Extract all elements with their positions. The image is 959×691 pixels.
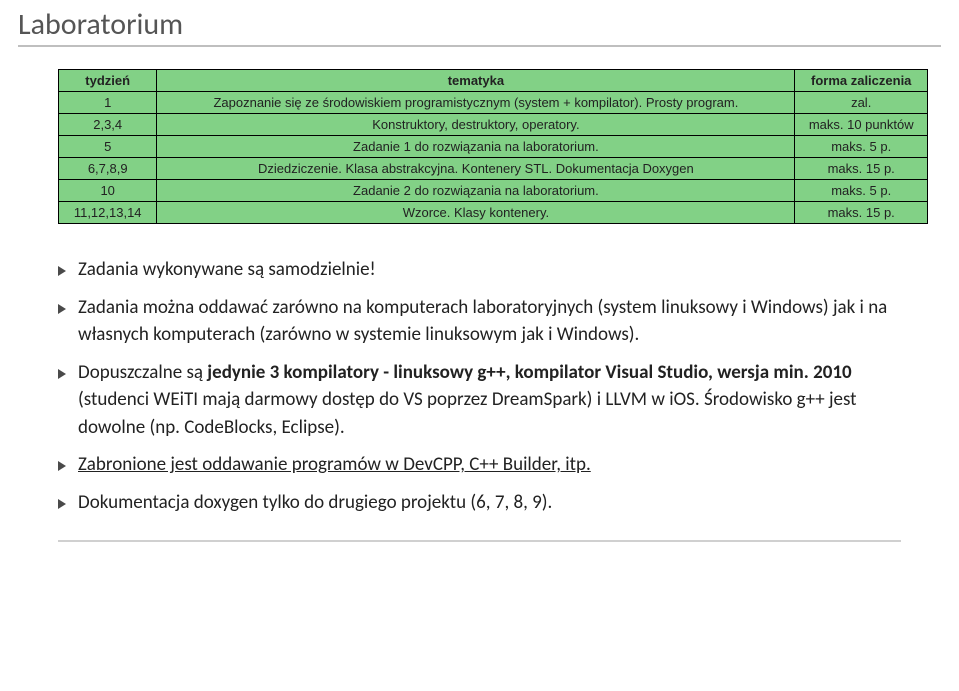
cell-week: 10 [59, 180, 157, 202]
list-item: Zabronione jest oddawanie programów w De… [58, 451, 911, 479]
cell-form: maks. 10 punktów [795, 114, 928, 136]
col-header-week: tydzień [59, 70, 157, 92]
arrow-right-icon [58, 461, 66, 471]
cell-topic: Konstruktory, destruktory, operatory. [157, 114, 795, 136]
cell-week: 11,12,13,14 [59, 202, 157, 224]
table-row: 2,3,4 Konstruktory, destruktory, operato… [59, 114, 928, 136]
col-header-topic: tematyka [157, 70, 795, 92]
cell-week: 5 [59, 136, 157, 158]
cell-topic: Wzorce. Klasy kontenery. [157, 202, 795, 224]
table-row: 6,7,8,9 Dziedziczenie. Klasa abstrakcyjn… [59, 158, 928, 180]
list-item: Zadania można oddawać zarówno na kompute… [58, 294, 911, 349]
cell-week: 2,3,4 [59, 114, 157, 136]
table-row: 5 Zadanie 1 do rozwiązania na laboratori… [59, 136, 928, 158]
table-row: 11,12,13,14 Wzorce. Klasy kontenery. mak… [59, 202, 928, 224]
table-row: 1 Zapoznanie się ze środowiskiem program… [59, 92, 928, 114]
cell-week: 1 [59, 92, 157, 114]
bullet-text: Dokumentacja doxygen tylko do drugiego p… [78, 489, 552, 517]
list-item: Dokumentacja doxygen tylko do drugiego p… [58, 489, 911, 517]
cell-topic: Zapoznanie się ze środowiskiem programis… [157, 92, 795, 114]
cell-form: zal. [795, 92, 928, 114]
list-item: Dopuszczalne są jedynie 3 kompilatory - … [58, 359, 911, 442]
arrow-right-icon [58, 266, 66, 276]
table-row: 10 Zadanie 2 do rozwiązania na laborator… [59, 180, 928, 202]
bullet-text: Zadania można oddawać zarówno na kompute… [78, 294, 911, 349]
page-title: Laboratorium [18, 6, 941, 47]
footer-divider [58, 540, 901, 542]
cell-form: maks. 15 p. [795, 158, 928, 180]
bullet-post: (studenci WEiTI mają darmowy dostęp do V… [78, 388, 857, 439]
schedule-table: tydzień tematyka forma zaliczenia 1 Zapo… [58, 69, 928, 224]
arrow-right-icon [58, 499, 66, 509]
arrow-right-icon [58, 304, 66, 314]
cell-topic: Dziedziczenie. Klasa abstrakcyjna. Konte… [157, 158, 795, 180]
bullet-bold: jedynie 3 kompilatory - linuksowy g++, k… [207, 361, 851, 384]
arrow-right-icon [58, 369, 66, 379]
bullet-pre: Dopuszczalne są [78, 361, 207, 384]
cell-form: maks. 5 p. [795, 180, 928, 202]
cell-topic: Zadanie 2 do rozwiązania na laboratorium… [157, 180, 795, 202]
cell-week: 6,7,8,9 [59, 158, 157, 180]
list-item: Zadania wykonywane są samodzielnie! [58, 256, 911, 284]
bullet-text: Dopuszczalne są jedynie 3 kompilatory - … [78, 359, 911, 442]
bullet-text: Zadania wykonywane są samodzielnie! [78, 256, 376, 284]
cell-topic: Zadanie 1 do rozwiązania na laboratorium… [157, 136, 795, 158]
bullet-text: Zabronione jest oddawanie programów w De… [78, 451, 591, 479]
cell-form: maks. 5 p. [795, 136, 928, 158]
col-header-form: forma zaliczenia [795, 70, 928, 92]
cell-form: maks. 15 p. [795, 202, 928, 224]
